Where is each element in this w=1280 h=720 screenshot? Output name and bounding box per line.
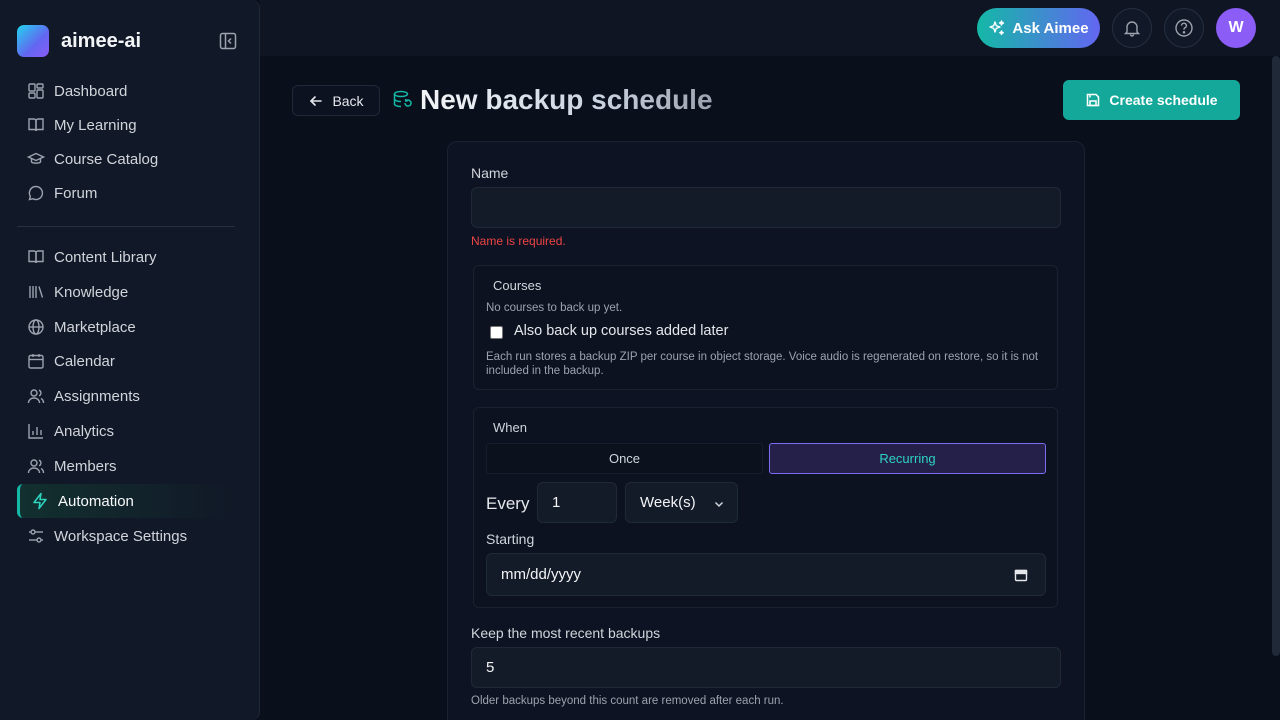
sidebar-item-analytics[interactable]: Analytics	[17, 414, 235, 448]
sidebar-item-label: Content Library	[54, 248, 157, 266]
interval-unit-value: Week(s)	[640, 494, 696, 511]
chevron-down-icon	[714, 501, 724, 508]
sidebar-item-forum[interactable]: Forum	[17, 176, 235, 210]
back-label: Back	[332, 92, 364, 109]
help-button[interactable]	[1164, 8, 1204, 48]
chat-bubble-icon	[28, 185, 44, 201]
sidebar-item-knowledge[interactable]: Knowledge	[17, 275, 235, 309]
sidebar-item-content-library[interactable]: Content Library	[17, 240, 235, 274]
add-later-label[interactable]: Also back up courses added later	[514, 323, 728, 339]
name-error: Name is required.	[471, 234, 566, 248]
sidebar-item-calendar[interactable]: Calendar	[17, 344, 235, 378]
create-schedule-label: Create schedule	[1109, 92, 1218, 108]
notifications-button[interactable]	[1112, 8, 1152, 48]
sidebar-item-label: Calendar	[54, 352, 115, 370]
sidebar-item-course-catalog[interactable]: Course Catalog	[17, 142, 235, 176]
bell-icon	[1123, 21, 1141, 37]
sidebar-item-workspace-settings[interactable]: Workspace Settings	[17, 519, 235, 553]
sidebar-item-label: Members	[54, 457, 117, 475]
sidebar-item-dashboard[interactable]: Dashboard	[17, 74, 235, 108]
database-backup-icon	[393, 90, 412, 108]
bar-chart-icon	[28, 424, 43, 439]
graduation-cap-icon	[27, 152, 45, 164]
page-scrollbar[interactable]	[1272, 56, 1280, 656]
start-date-input[interactable]: mm/dd/yyyy	[486, 553, 1046, 596]
calendar-icon[interactable]	[1014, 568, 1028, 582]
sidebar-item-label: Assignments	[54, 387, 140, 405]
primary-nav: Dashboard My Learning Course Catalog For…	[17, 74, 235, 210]
keep-label: Keep the most recent backups	[471, 625, 661, 641]
arrow-left-icon	[310, 95, 323, 106]
sidebar-collapse-icon[interactable]	[219, 32, 237, 50]
sidebar-item-label: Course Catalog	[54, 150, 159, 168]
ask-aimee-button[interactable]: Ask Aimee	[977, 8, 1100, 48]
when-legend: When	[493, 420, 527, 435]
keep-count-input[interactable]: 5	[471, 647, 1061, 688]
dashboard-icon	[28, 83, 44, 99]
courses-empty-text: No courses to back up yet.	[486, 302, 623, 314]
save-icon	[1087, 93, 1100, 107]
brand[interactable]: aimee-ai	[17, 25, 141, 57]
secondary-nav: Content Library Knowledge Marketplace Ca…	[17, 240, 235, 553]
lightning-icon	[33, 492, 47, 510]
book-open-icon	[28, 250, 44, 264]
user-avatar[interactable]: W	[1216, 8, 1256, 48]
sidebar: aimee-ai Dashboard My Learning Course Ca…	[0, 0, 260, 720]
library-icon	[29, 286, 44, 298]
brand-logo	[17, 25, 49, 57]
add-later-checkbox[interactable]	[490, 326, 503, 339]
sidebar-item-assignments[interactable]: Assignments	[17, 379, 235, 413]
page-title: New backup schedule	[420, 84, 713, 115]
sidebar-item-label: Marketplace	[54, 318, 136, 336]
sidebar-item-my-learning[interactable]: My Learning	[17, 108, 235, 142]
sidebar-item-label: Dashboard	[54, 82, 128, 100]
date-placeholder: mm/dd/yyyy	[501, 566, 582, 583]
back-button[interactable]: Back	[292, 85, 380, 116]
sliders-icon	[29, 529, 43, 543]
interval-input[interactable]: 1	[537, 482, 617, 523]
brand-name: aimee-ai	[61, 29, 142, 52]
name-label: Name	[471, 165, 509, 181]
frequency-recurring-option[interactable]: Recurring	[769, 443, 1046, 474]
book-open-icon	[28, 118, 44, 132]
sidebar-item-marketplace[interactable]: Marketplace	[17, 310, 235, 344]
keep-help-text: Older backups beyond this count are remo…	[471, 695, 784, 707]
help-circle-icon	[1175, 19, 1193, 37]
sidebar-item-label: Analytics	[54, 422, 115, 440]
interval-unit-select[interactable]: Week(s)	[625, 482, 738, 523]
sidebar-item-label: Forum	[54, 184, 98, 202]
globe-icon	[28, 319, 44, 335]
every-label: Every	[486, 494, 530, 513]
sidebar-item-label: My Learning	[54, 116, 137, 134]
sidebar-item-label: Workspace Settings	[54, 527, 188, 545]
ask-aimee-label: Ask Aimee	[1012, 19, 1089, 37]
sparkles-icon	[989, 20, 1005, 36]
sidebar-item-label: Knowledge	[54, 283, 129, 301]
starting-label: Starting	[486, 531, 535, 547]
users-icon	[27, 459, 45, 474]
calendar-icon	[28, 354, 44, 369]
create-schedule-button[interactable]: Create schedule	[1063, 80, 1240, 120]
name-input[interactable]	[471, 187, 1061, 228]
frequency-once-option[interactable]: Once	[486, 443, 763, 474]
sidebar-item-automation[interactable]: Automation	[17, 484, 235, 518]
sidebar-item-label: Automation	[58, 492, 134, 510]
nav-divider	[17, 226, 235, 227]
courses-legend: Courses	[493, 278, 542, 293]
courses-help-text: Each run stores a backup ZIP per course …	[486, 351, 1039, 377]
sidebar-item-members[interactable]: Members	[17, 449, 235, 483]
users-icon	[27, 389, 45, 404]
